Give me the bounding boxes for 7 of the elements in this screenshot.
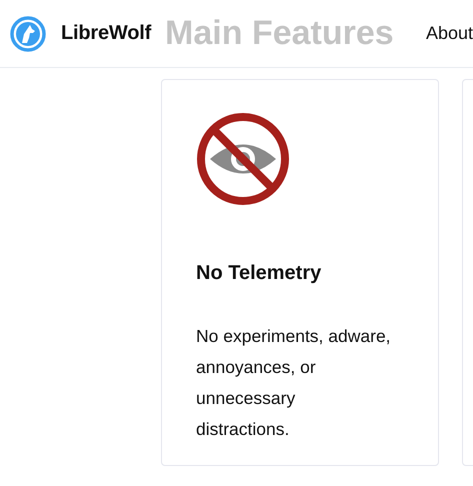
feature-description: No experiments, adware, annoyances, or unnecessary distractions. — [196, 325, 392, 441]
nav-link[interactable]: About — [426, 23, 473, 44]
crossed-eye-icon — [196, 112, 290, 206]
wolf-logo-icon[interactable] — [10, 16, 46, 52]
brand-name[interactable]: LibreWolf — [61, 22, 152, 45]
section-heading: Main Features — [165, 14, 394, 53]
feature-title: No Telemetry — [196, 261, 322, 285]
